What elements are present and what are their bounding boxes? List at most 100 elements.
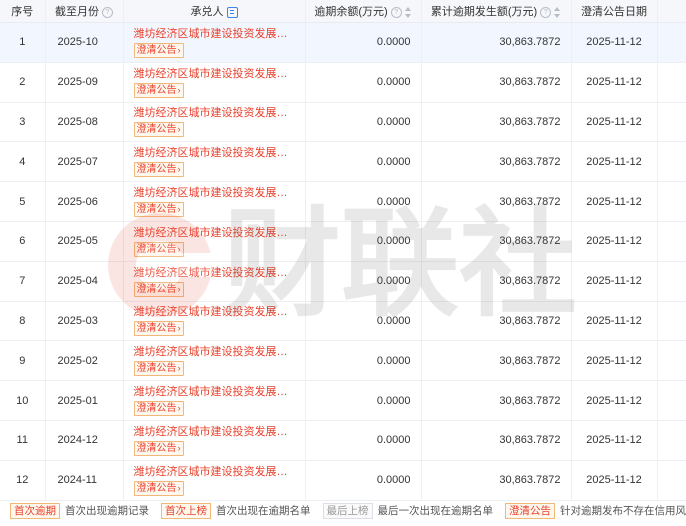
legend-tag: 首次逾期 [10, 503, 60, 519]
acceptor-link[interactable]: 潍坊经济区城市建设投资发展集... [134, 186, 294, 200]
row-index: 10 [0, 380, 46, 421]
row-month: 2024-11 [45, 460, 124, 501]
table-row[interactable]: 10 2025-01 潍坊经济区城市建设投资发展集... 澄清公告› 0.0000 30,… [0, 380, 686, 421]
help-icon[interactable]: ? [102, 6, 113, 18]
row-cumulative: 30,863.7872 [421, 141, 572, 183]
row-cumulative: 30,863.7872 [421, 380, 572, 421]
clarification-tag[interactable]: 澄清公告› [133, 281, 184, 297]
row-index: 6 [0, 221, 46, 262]
acceptor-link[interactable]: 潍坊经济区城市建设投资发展集... [134, 146, 294, 160]
copy-icon[interactable] [226, 6, 238, 18]
table-row[interactable]: 4 2025-07 潍坊经济区城市建设投资发展集... 澄清公告› 0.0000 30,8… [0, 141, 686, 183]
chevron-right-icon: › [177, 403, 181, 414]
row-overdue-balance: 0.0000 [305, 301, 422, 342]
acceptor-link[interactable]: 潍坊经济区城市建设投资发展集... [134, 106, 294, 120]
row-acceptor: 潍坊经济区城市建设投资发展集... 澄清公告› [123, 460, 306, 501]
row-clear-date: 2025-11-12 [571, 22, 658, 63]
table-row[interactable]: 7 2025-04 潍坊经济区城市建设投资发展集... 澄清公告› 0.0000 30,8… [0, 261, 686, 302]
clarification-tag[interactable]: 澄清公告› [133, 202, 184, 218]
row-overdue-balance: 0.0000 [305, 102, 422, 143]
row-overdue-balance: 0.0000 [305, 181, 422, 222]
row-month: 2025-05 [45, 221, 124, 262]
clarification-tag[interactable]: 澄清公告› [133, 480, 184, 496]
sort-icon[interactable] [404, 6, 412, 18]
legend-bar: 首次逾期 首次出现逾期记录 首次上榜 首次出现在逾期名单 最后上榜 最后一次出现在逾期名单… [0, 503, 686, 521]
table-row[interactable]: 6 2025-05 潍坊经济区城市建设投资发展集... 澄清公告› 0.0000 30,8… [0, 221, 686, 262]
row-month: 2025-04 [45, 261, 124, 302]
row-clear-date: 2025-11-12 [571, 102, 658, 143]
clarification-tag[interactable]: 澄清公告› [133, 42, 184, 58]
legend-text: 最后一次出现在逾期名单 [377, 505, 494, 517]
row-month: 2025-03 [45, 301, 124, 342]
help-icon[interactable]: ? [540, 6, 552, 18]
acceptor-link[interactable]: 潍坊经济区城市建设投资发展集... [134, 465, 294, 479]
row-month: 2025-08 [45, 102, 124, 143]
row-index: 2 [0, 62, 46, 103]
row-month: 2025-07 [45, 141, 124, 183]
row-acceptor: 潍坊经济区城市建设投资发展集... 澄清公告› [123, 420, 306, 461]
chevron-right-icon: › [177, 243, 181, 254]
acceptor-link[interactable]: 潍坊经济区城市建设投资发展集... [134, 266, 294, 280]
clarification-tag[interactable]: 澄清公告› [133, 122, 184, 138]
acceptor-link[interactable]: 潍坊经济区城市建设投资发展集... [134, 67, 294, 81]
row-acceptor: 潍坊经济区城市建设投资发展集... 澄清公告› [123, 301, 306, 342]
clarification-tag[interactable]: 澄清公告› [133, 162, 184, 178]
row-cumulative: 30,863.7872 [421, 261, 572, 302]
chevron-right-icon: › [177, 363, 181, 374]
row-cumulative: 30,863.7872 [421, 340, 572, 382]
row-index: 11 [0, 420, 46, 461]
clarification-tag[interactable]: 澄清公告› [133, 440, 184, 456]
row-overdue-balance: 0.0000 [305, 261, 422, 302]
clarification-tag[interactable]: 澄清公告› [133, 321, 184, 337]
row-acceptor: 潍坊经济区城市建设投资发展集... 澄清公告› [123, 221, 306, 262]
header-overdue-balance[interactable]: 逾期余额(万元)? [305, 0, 422, 23]
chevron-right-icon: › [177, 44, 181, 55]
clarification-tag[interactable]: 澄清公告› [133, 82, 184, 98]
table-row[interactable]: 5 2025-06 潍坊经济区城市建设投资发展集... 澄清公告› 0.0000 30,8… [0, 181, 686, 222]
table-row[interactable]: 8 2025-03 潍坊经济区城市建设投资发展集... 澄清公告› 0.0000 30,8… [0, 301, 686, 342]
row-index: 9 [0, 340, 46, 382]
row-overdue-balance: 0.0000 [305, 62, 422, 103]
table-row[interactable]: 12 2024-11 潍坊经济区城市建设投资发展集... 澄清公告› 0.0000 30,… [0, 460, 686, 501]
chevron-right-icon: › [177, 204, 181, 215]
header-clear-date: 澄清公告日期 [571, 0, 658, 23]
table-row[interactable]: 1 2025-10 潍坊经济区城市建设投资发展集... 澄清公告› 0.0000 30,8… [0, 22, 686, 63]
legend-tag: 最后上榜 [322, 503, 373, 519]
row-acceptor: 潍坊经济区城市建设投资发展集... 澄清公告› [123, 340, 306, 382]
header-month[interactable]: 截至月份? [45, 0, 124, 23]
sort-icon[interactable] [554, 6, 561, 18]
table-row[interactable]: 3 2025-08 潍坊经济区城市建设投资发展集... 澄清公告› 0.0000 30,8… [0, 102, 686, 143]
row-extra [657, 261, 686, 302]
row-index: 3 [0, 102, 46, 143]
row-month: 2024-12 [45, 420, 124, 461]
row-month: 2025-06 [45, 181, 124, 222]
row-overdue-balance: 0.0000 [305, 460, 422, 501]
acceptor-link[interactable]: 潍坊经济区城市建设投资发展集... [134, 345, 294, 359]
acceptor-link[interactable]: 潍坊经济区城市建设投资发展集... [134, 27, 294, 41]
row-cumulative: 30,863.7872 [421, 62, 572, 103]
row-index: 4 [0, 141, 46, 183]
table-row[interactable]: 2 2025-09 潍坊经济区城市建设投资发展集... 澄清公告› 0.0000 30,8… [0, 62, 686, 103]
acceptor-link[interactable]: 潍坊经济区城市建设投资发展集... [134, 385, 294, 399]
chevron-right-icon: › [177, 442, 181, 453]
clarification-tag[interactable]: 澄清公告› [133, 401, 184, 417]
row-index: 5 [0, 181, 46, 222]
chevron-right-icon: › [177, 124, 181, 135]
row-index: 8 [0, 301, 46, 342]
header-cumulative[interactable]: 累计逾期发生额(万元)? [421, 0, 572, 23]
row-clear-date: 2025-11-12 [571, 221, 658, 262]
header-extra [657, 0, 686, 23]
table-row[interactable]: 11 2024-12 潍坊经济区城市建设投资发展集... 澄清公告› 0.0000 30,… [0, 420, 686, 461]
row-cumulative: 30,863.7872 [421, 420, 572, 461]
row-cumulative: 30,863.7872 [421, 22, 572, 63]
acceptor-link[interactable]: 潍坊经济区城市建设投资发展集... [134, 226, 294, 240]
help-icon[interactable]: ? [390, 6, 402, 18]
table-row[interactable]: 9 2025-02 潍坊经济区城市建设投资发展集... 澄清公告› 0.0000 30,8… [0, 340, 686, 382]
clarification-tag[interactable]: 澄清公告› [133, 361, 184, 377]
acceptor-link[interactable]: 潍坊经济区城市建设投资发展集... [134, 425, 294, 439]
row-month: 2025-01 [45, 380, 124, 421]
clarification-tag[interactable]: 澄清公告› [133, 241, 184, 257]
chevron-right-icon: › [177, 283, 181, 294]
row-month: 2025-09 [45, 62, 124, 103]
acceptor-link[interactable]: 潍坊经济区城市建设投资发展集... [134, 305, 294, 319]
